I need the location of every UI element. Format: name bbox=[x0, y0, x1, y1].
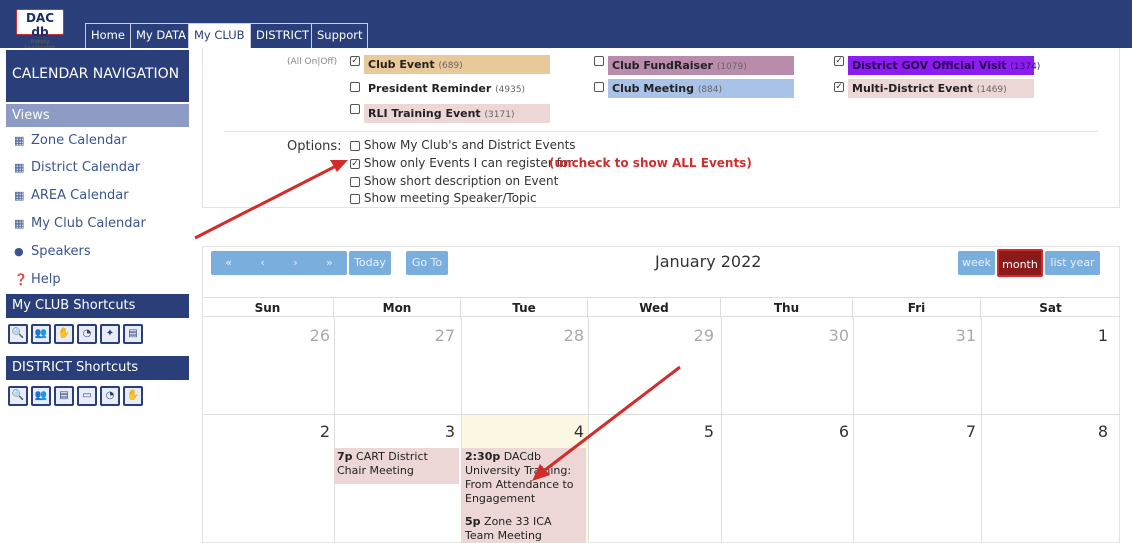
annotation-arrows bbox=[194, 160, 681, 481]
annotation-arrow-line bbox=[544, 365, 681, 472]
annotation-arrowhead bbox=[330, 160, 348, 172]
annotation-arrow-line bbox=[194, 163, 339, 240]
